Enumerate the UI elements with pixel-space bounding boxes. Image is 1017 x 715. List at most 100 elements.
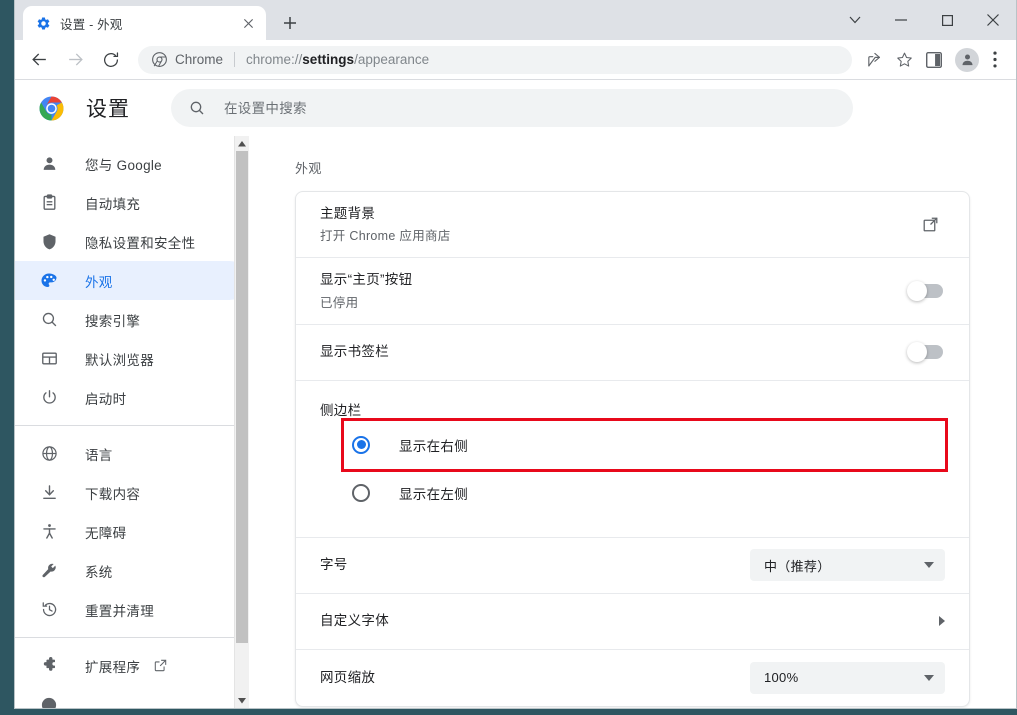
- radio-button-selected-icon[interactable]: [352, 435, 370, 454]
- row-side-panel: 侧边栏 显示在右侧 显示在左侧: [296, 381, 969, 538]
- wrench-icon: [39, 561, 59, 581]
- search-icon: [39, 310, 59, 330]
- sidebar-item-label: 系统: [85, 564, 113, 580]
- row-show-bookmarks-bar[interactable]: 显示书签栏: [296, 325, 969, 381]
- person-icon: [39, 154, 59, 174]
- section-label: 外观: [295, 161, 322, 176]
- external-link-icon[interactable]: [915, 210, 945, 240]
- chrome-circle-icon: [152, 52, 167, 67]
- row-customize-fonts-texts: 自定义字体: [320, 599, 939, 643]
- shield-icon: [39, 232, 59, 252]
- scrollbar-track[interactable]: [235, 151, 249, 693]
- url-prefix: chrome://: [246, 52, 303, 67]
- search-icon: [189, 100, 205, 116]
- radio-label: 显示在左侧: [399, 486, 468, 502]
- row-font-size[interactable]: 字号 中（推荐）: [296, 538, 969, 594]
- omnibox-url: chrome://settings/appearance: [246, 52, 429, 67]
- reload-icon[interactable]: [96, 45, 126, 75]
- radio-label: 显示在右侧: [399, 438, 468, 454]
- external-link-icon: [154, 659, 167, 672]
- row-title: 自定义字体: [320, 613, 389, 629]
- bookmarks-bar-toggle[interactable]: [907, 342, 943, 363]
- page-title: 设置: [86, 98, 130, 121]
- radio-button-unselected-icon[interactable]: [352, 483, 370, 502]
- minimize-icon[interactable]: [878, 4, 924, 36]
- avatar[interactable]: [955, 47, 979, 72]
- tab-title: 设置 - 外观: [60, 17, 123, 32]
- row-show-home-button[interactable]: 显示“主页”按钮 已停用: [296, 258, 969, 325]
- palette-icon: [39, 271, 59, 291]
- sidebar-item-label: 下载内容: [85, 486, 141, 502]
- chevron-right-icon[interactable]: [939, 616, 945, 627]
- side-panel-icon[interactable]: [920, 46, 948, 74]
- sidebar-item-label: 您与 Google: [85, 157, 162, 173]
- row-subtitle: 已停用: [320, 295, 359, 310]
- sidebar-item-appearance[interactable]: 外观: [15, 261, 249, 300]
- close-window-icon[interactable]: [970, 4, 1016, 36]
- row-theme[interactable]: 主题背景 打开 Chrome 应用商店: [296, 192, 969, 259]
- settings-search-box[interactable]: [171, 89, 853, 127]
- sidebar-item-downloads[interactable]: 下载内容: [15, 473, 249, 512]
- sidebar-item-privacy-security[interactable]: 隐私设置和安全性: [15, 222, 249, 261]
- appearance-settings-card: 主题背景 打开 Chrome 应用商店 显示“主页”按钮 已停用 显示书签栏 侧…: [295, 191, 970, 707]
- sidebar-item-label: 默认浏览器: [85, 352, 154, 368]
- font-size-dropdown[interactable]: 中（推荐）: [750, 549, 945, 582]
- omnibox-scheme-label: Chrome: [175, 52, 224, 67]
- maximize-icon[interactable]: [924, 4, 970, 36]
- radio-show-on-right[interactable]: 显示在右侧: [341, 417, 948, 472]
- share-icon[interactable]: [860, 46, 888, 74]
- sidebar-item-label: 外观: [85, 274, 113, 290]
- sidebar-item-label: 隐私设置和安全性: [85, 235, 196, 251]
- address-bar[interactable]: Chrome chrome://settings/appearance: [138, 45, 852, 74]
- browser-tab[interactable]: 设置 - 外观: [23, 6, 266, 40]
- back-icon[interactable]: [24, 45, 54, 75]
- browser-window: 设置 - 外观 Chrome chrome://settings/appeara…: [14, 0, 1017, 709]
- sidebar-item-you-and-google[interactable]: 您与 Google: [15, 144, 249, 183]
- sidebar-item-reset-cleanup[interactable]: 重置并清理: [15, 590, 249, 629]
- row-title: 网页缩放: [320, 669, 376, 685]
- row-page-zoom-texts: 网页缩放: [320, 656, 750, 700]
- history-restore-icon: [39, 600, 59, 620]
- sidebar-divider: [15, 425, 249, 426]
- toggle-knob: [907, 281, 927, 302]
- settings-sidebar: 您与 Google 自动填充 隐私设置和安全性 外观 搜索引擎 默认浏览器 启动…: [15, 136, 249, 708]
- more-options-icon[interactable]: [982, 46, 1008, 74]
- scroll-up-arrow-icon[interactable]: [235, 136, 250, 151]
- row-font-size-texts: 字号: [320, 543, 750, 587]
- sidebar-item-languages[interactable]: 语言: [15, 434, 249, 473]
- row-title: 主题背景: [320, 206, 376, 221]
- sidebar-item-partial-below[interactable]: [15, 685, 249, 708]
- sidebar-scrollbar[interactable]: [234, 136, 249, 708]
- new-tab-button[interactable]: [276, 9, 304, 37]
- row-customize-fonts[interactable]: 自定义字体: [296, 594, 969, 650]
- sidebar-item-accessibility[interactable]: 无障碍: [15, 512, 249, 551]
- row-subtitle: 打开 Chrome 应用商店: [320, 229, 451, 244]
- sidebar-item-search-engine[interactable]: 搜索引擎: [15, 300, 249, 339]
- radio-show-on-left[interactable]: 显示在左侧: [344, 469, 945, 517]
- scrollbar-thumb[interactable]: [236, 151, 248, 643]
- sidebar-item-autofill[interactable]: 自动填充: [15, 183, 249, 222]
- tab-strip: 设置 - 外观: [15, 0, 1016, 40]
- clipboard-icon: [39, 193, 59, 213]
- close-icon[interactable]: [238, 13, 258, 33]
- sidebar-item-system[interactable]: 系统: [15, 551, 249, 590]
- radio-group-label: 侧边栏: [320, 402, 362, 418]
- sidebar-item-on-startup[interactable]: 启动时: [15, 378, 249, 417]
- row-page-zoom[interactable]: 网页缩放 100%: [296, 650, 969, 706]
- page-zoom-dropdown[interactable]: 100%: [750, 661, 945, 694]
- browser-window-icon: [39, 349, 59, 369]
- home-button-toggle[interactable]: [907, 281, 943, 302]
- sidebar-item-label: 重置并清理: [85, 603, 154, 619]
- search-input[interactable]: [224, 100, 835, 116]
- scroll-down-arrow-icon[interactable]: [235, 693, 250, 708]
- sidebar-item-label: 搜索引擎: [85, 313, 141, 329]
- sidebar-item-extensions[interactable]: 扩展程序: [15, 646, 249, 685]
- bookmark-star-icon[interactable]: [890, 46, 918, 74]
- chevron-down-icon: [924, 674, 934, 681]
- row-title: 显示“主页”按钮: [320, 272, 413, 288]
- window-controls: [832, 0, 1016, 40]
- sidebar-item-default-browser[interactable]: 默认浏览器: [15, 339, 249, 378]
- tab-search-chevron-down-icon[interactable]: [832, 4, 878, 36]
- row-title: 字号: [320, 557, 348, 573]
- forward-icon[interactable]: [60, 45, 90, 75]
